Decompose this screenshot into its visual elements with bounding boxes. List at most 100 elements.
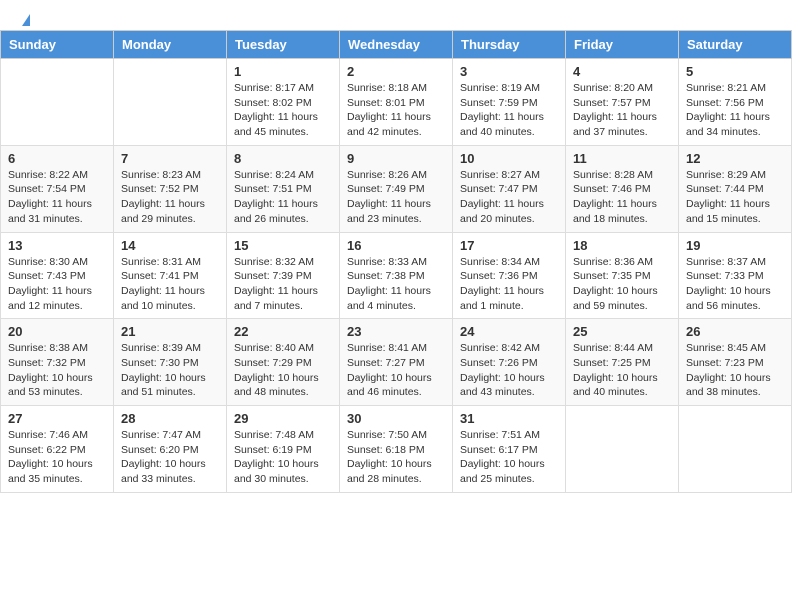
calendar-cell: 26 Sunrise: 8:45 AM Sunset: 7:23 PM Dayli… [679,319,792,406]
day-number: 12 [686,151,784,166]
day-number: 4 [573,64,671,79]
day-number: 23 [347,324,445,339]
day-header-thursday: Thursday [453,31,566,59]
day-number: 9 [347,151,445,166]
calendar-cell: 15 Sunrise: 8:32 AM Sunset: 7:39 PM Dayli… [227,232,340,319]
calendar-cell: 16 Sunrise: 8:33 AM Sunset: 7:38 PM Dayli… [340,232,453,319]
cell-content: Sunrise: 7:47 AM Sunset: 6:20 PM Dayligh… [121,428,219,487]
calendar-cell: 19 Sunrise: 8:37 AM Sunset: 7:33 PM Dayli… [679,232,792,319]
calendar-cell: 6 Sunrise: 8:22 AM Sunset: 7:54 PM Daylig… [1,145,114,232]
calendar-cell [1,59,114,146]
day-number: 3 [460,64,558,79]
page-header [0,0,792,30]
cell-content: Sunrise: 8:28 AM Sunset: 7:46 PM Dayligh… [573,168,671,227]
cell-content: Sunrise: 8:36 AM Sunset: 7:35 PM Dayligh… [573,255,671,314]
day-number: 31 [460,411,558,426]
day-header-tuesday: Tuesday [227,31,340,59]
day-number: 11 [573,151,671,166]
day-number: 10 [460,151,558,166]
calendar-cell: 31 Sunrise: 7:51 AM Sunset: 6:17 PM Dayli… [453,406,566,493]
calendar-cell: 14 Sunrise: 8:31 AM Sunset: 7:41 PM Dayli… [114,232,227,319]
cell-content: Sunrise: 8:26 AM Sunset: 7:49 PM Dayligh… [347,168,445,227]
day-number: 18 [573,238,671,253]
day-number: 26 [686,324,784,339]
calendar-cell: 8Sunrise: 8:24 AM Sunset: 7:51 PM Daylig… [227,145,340,232]
calendar-cell: 20 Sunrise: 8:38 AM Sunset: 7:32 PM Dayli… [1,319,114,406]
logo [20,14,30,26]
day-number: 21 [121,324,219,339]
calendar-cell [679,406,792,493]
day-number: 13 [8,238,106,253]
day-number: 6 [8,151,106,166]
cell-content: Sunrise: 8:40 AM Sunset: 7:29 PM Dayligh… [234,341,332,400]
day-number: 8 [234,151,332,166]
calendar-cell: 9 Sunrise: 8:26 AM Sunset: 7:49 PM Daylig… [340,145,453,232]
cell-content: Sunrise: 7:51 AM Sunset: 6:17 PM Dayligh… [460,428,558,487]
cell-content: Sunrise: 8:32 AM Sunset: 7:39 PM Dayligh… [234,255,332,314]
calendar-cell: 7Sunrise: 8:23 AM Sunset: 7:52 PM Daylig… [114,145,227,232]
cell-content: Sunrise: 8:42 AM Sunset: 7:26 PM Dayligh… [460,341,558,400]
day-number: 20 [8,324,106,339]
calendar-cell: 11 Sunrise: 8:28 AM Sunset: 7:46 PM Dayli… [566,145,679,232]
cell-content: Sunrise: 8:23 AM Sunset: 7:52 PM Dayligh… [121,168,219,227]
day-header-saturday: Saturday [679,31,792,59]
calendar-cell: 24 Sunrise: 8:42 AM Sunset: 7:26 PM Dayli… [453,319,566,406]
day-number: 1 [234,64,332,79]
day-number: 15 [234,238,332,253]
calendar-cell [114,59,227,146]
cell-content: Sunrise: 8:37 AM Sunset: 7:33 PM Dayligh… [686,255,784,314]
cell-content: Sunrise: 8:19 AM Sunset: 7:59 PM Dayligh… [460,81,558,140]
day-header-wednesday: Wednesday [340,31,453,59]
cell-content: Sunrise: 8:41 AM Sunset: 7:27 PM Dayligh… [347,341,445,400]
calendar-cell: 2 Sunrise: 8:18 AM Sunset: 8:01 PM Daylig… [340,59,453,146]
calendar-table: SundayMondayTuesdayWednesdayThursdayFrid… [0,30,792,493]
cell-content: Sunrise: 8:29 AM Sunset: 7:44 PM Dayligh… [686,168,784,227]
calendar-cell: 1 Sunrise: 8:17 AM Sunset: 8:02 PM Daylig… [227,59,340,146]
cell-content: Sunrise: 8:31 AM Sunset: 7:41 PM Dayligh… [121,255,219,314]
day-number: 24 [460,324,558,339]
cell-content: Sunrise: 8:17 AM Sunset: 8:02 PM Dayligh… [234,81,332,140]
calendar-cell: 12 Sunrise: 8:29 AM Sunset: 7:44 PM Dayli… [679,145,792,232]
cell-content: Sunrise: 8:34 AM Sunset: 7:36 PM Dayligh… [460,255,558,314]
cell-content: Sunrise: 8:22 AM Sunset: 7:54 PM Dayligh… [8,168,106,227]
day-number: 29 [234,411,332,426]
day-number: 30 [347,411,445,426]
day-number: 17 [460,238,558,253]
day-header-monday: Monday [114,31,227,59]
day-number: 16 [347,238,445,253]
cell-content: Sunrise: 8:39 AM Sunset: 7:30 PM Dayligh… [121,341,219,400]
cell-content: Sunrise: 8:20 AM Sunset: 7:57 PM Dayligh… [573,81,671,140]
day-number: 25 [573,324,671,339]
calendar-cell: 23 Sunrise: 8:41 AM Sunset: 7:27 PM Dayli… [340,319,453,406]
day-number: 14 [121,238,219,253]
calendar-cell: 27Sunrise: 7:46 AM Sunset: 6:22 PM Dayli… [1,406,114,493]
calendar-cell: 4 Sunrise: 8:20 AM Sunset: 7:57 PM Daylig… [566,59,679,146]
cell-content: Sunrise: 8:18 AM Sunset: 8:01 PM Dayligh… [347,81,445,140]
logo-icon [22,14,30,26]
day-number: 2 [347,64,445,79]
calendar-cell: 13 Sunrise: 8:30 AM Sunset: 7:43 PM Dayli… [1,232,114,319]
cell-content: Sunrise: 8:30 AM Sunset: 7:43 PM Dayligh… [8,255,106,314]
cell-content: Sunrise: 7:50 AM Sunset: 6:18 PM Dayligh… [347,428,445,487]
calendar-cell: 30 Sunrise: 7:50 AM Sunset: 6:18 PM Dayli… [340,406,453,493]
cell-content: Sunrise: 8:33 AM Sunset: 7:38 PM Dayligh… [347,255,445,314]
cell-content: Sunrise: 8:21 AM Sunset: 7:56 PM Dayligh… [686,81,784,140]
calendar-cell: 22 Sunrise: 8:40 AM Sunset: 7:29 PM Dayli… [227,319,340,406]
calendar-cell: 3 Sunrise: 8:19 AM Sunset: 7:59 PM Daylig… [453,59,566,146]
calendar-cell: 10Sunrise: 8:27 AM Sunset: 7:47 PM Dayli… [453,145,566,232]
cell-content: Sunrise: 7:46 AM Sunset: 6:22 PM Dayligh… [8,428,106,487]
calendar-cell: 17 Sunrise: 8:34 AM Sunset: 7:36 PM Dayli… [453,232,566,319]
calendar-cell: 29 Sunrise: 7:48 AM Sunset: 6:19 PM Dayli… [227,406,340,493]
day-header-sunday: Sunday [1,31,114,59]
calendar-cell: 28 Sunrise: 7:47 AM Sunset: 6:20 PM Dayli… [114,406,227,493]
cell-content: Sunrise: 8:45 AM Sunset: 7:23 PM Dayligh… [686,341,784,400]
day-number: 22 [234,324,332,339]
day-number: 5 [686,64,784,79]
day-header-friday: Friday [566,31,679,59]
cell-content: Sunrise: 8:38 AM Sunset: 7:32 PM Dayligh… [8,341,106,400]
day-number: 28 [121,411,219,426]
cell-content: Sunrise: 7:48 AM Sunset: 6:19 PM Dayligh… [234,428,332,487]
calendar-cell: 5 Sunrise: 8:21 AM Sunset: 7:56 PM Daylig… [679,59,792,146]
calendar-cell: 25Sunrise: 8:44 AM Sunset: 7:25 PM Dayli… [566,319,679,406]
day-number: 19 [686,238,784,253]
